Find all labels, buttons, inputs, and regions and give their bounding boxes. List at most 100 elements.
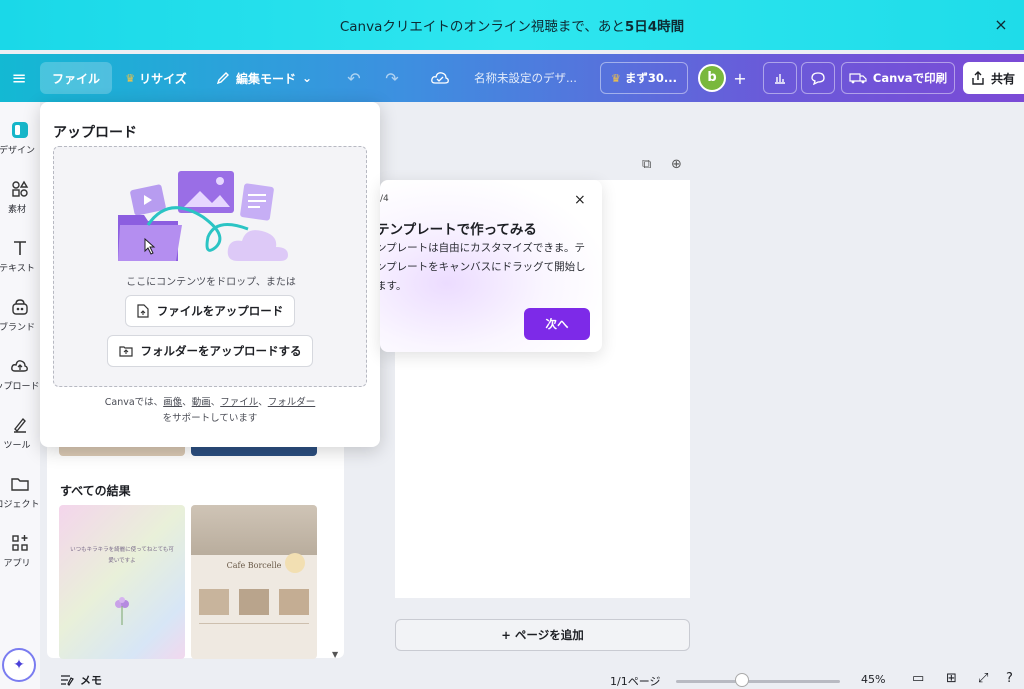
rail-label: ップロード	[0, 382, 40, 392]
redo-icon[interactable]: ↷	[380, 62, 404, 94]
rail-item-upload[interactable]: ップロード	[0, 356, 40, 392]
rail-item-brand[interactable]: ブランド	[0, 297, 40, 333]
upload-illustration	[118, 171, 288, 261]
help-icon[interactable]: ?	[1006, 671, 1013, 686]
rail-label: デザイン	[0, 146, 35, 156]
template-card[interactable]: Cafe Borcelle	[191, 505, 317, 659]
rail-item-elements[interactable]: 素材	[0, 179, 40, 215]
fullscreen-icon[interactable]: ⤢	[978, 671, 988, 686]
print-button[interactable]: Canvaで印刷	[841, 62, 955, 94]
crown-icon: ♛	[611, 71, 621, 85]
design-title[interactable]: 名称未設定のデザ...	[474, 62, 592, 94]
rail-item-projects[interactable]: ロジェクト	[0, 474, 40, 510]
truck-icon	[849, 73, 867, 84]
page-view-icon[interactable]: ▭	[912, 671, 924, 686]
left-rail: デザイン 素材 テキスト ブランド ップロード ツール ロジェクト アプリ	[0, 102, 40, 689]
menu-list	[199, 623, 309, 653]
share-button[interactable]: 共有	[963, 62, 1024, 94]
upload-folder-button[interactable]: フォルダーをアップロードする	[107, 335, 313, 367]
upload-icon	[11, 360, 28, 372]
support-prefix: Canvaでは、	[104, 397, 164, 408]
zoom-slider-handle[interactable]	[735, 673, 749, 687]
rail-label: ツール	[3, 441, 31, 451]
tip-body: ンプレートは自由にカスタマイズできま。テンプレートをキャンバスにドラッグて開始し…	[380, 242, 586, 292]
add-page-button[interactable]: + ページを追加	[395, 619, 690, 651]
share-label: 共有	[991, 71, 1016, 86]
resize-label: リサイズ	[139, 71, 187, 86]
next-button[interactable]: 次へ	[524, 308, 590, 340]
notes-label: メモ	[80, 674, 102, 687]
comment-icon[interactable]	[801, 62, 835, 94]
trial-button[interactable]: ♛ まず30...	[600, 62, 688, 94]
upload-popup: アップロード ここにコンテンツをドロップ、または ファイルをアップロード フォル…	[40, 102, 380, 447]
rail-item-tools[interactable]: ツール	[0, 415, 40, 451]
drop-hint: ここにコンテンツをドロップ、または	[126, 277, 296, 288]
rail-label: ブランド	[0, 323, 35, 333]
grid-view-icon[interactable]: ⊞	[946, 671, 957, 686]
results-title: すべての結果	[60, 484, 131, 498]
template-tip-popup: /4 × テンプレートで作ってみる ンプレートは自由にカスタマイズできま。テンプ…	[380, 180, 602, 352]
upload-file-button[interactable]: ファイルをアップロード	[125, 295, 295, 327]
duplicate-page-icon[interactable]: ⧉	[642, 157, 651, 172]
link-image[interactable]: 画像	[163, 397, 182, 408]
print-label: Canvaで印刷	[872, 71, 948, 85]
supported-types: Canvaでは、画像、動画、ファイル、フォルダー をサポートしています	[40, 395, 380, 427]
rail-item-design[interactable]: デザイン	[0, 120, 40, 156]
cloud-save-icon[interactable]	[428, 62, 452, 94]
rail-item-apps[interactable]: アプリ	[0, 533, 40, 569]
flower-icon	[115, 597, 129, 625]
zoom-slider[interactable]	[676, 680, 840, 683]
rail-label: テキスト	[0, 264, 35, 274]
date-badge	[285, 553, 305, 573]
avatar[interactable]: b	[698, 64, 726, 92]
projects-icon	[11, 478, 29, 491]
tools-icon	[14, 417, 26, 433]
chevron-down-icon: ⌄	[301, 71, 313, 85]
separator: 、	[258, 397, 268, 408]
separator: 、	[182, 397, 192, 408]
notes-button[interactable]: メモ	[60, 672, 102, 688]
elements-icon	[12, 180, 29, 197]
drop-zone[interactable]: ここにコンテンツをドロップ、または ファイルをアップロード フォルダーをアップロ…	[53, 146, 367, 387]
crown-icon: ♛	[125, 71, 136, 85]
share-icon	[972, 71, 984, 85]
file-menu-button[interactable]: ファイル	[40, 62, 112, 94]
edit-mode-label: 編集モード	[235, 71, 296, 86]
template-card[interactable]: いつもキラキラを綺麗に使ってねとても可愛いですよ	[59, 505, 185, 659]
edit-mode-button[interactable]: 編集モード ⌄	[210, 62, 318, 94]
food-photo	[239, 589, 269, 615]
rail-label: 素材	[7, 205, 26, 215]
undo-icon[interactable]: ↶	[342, 62, 366, 94]
text-icon	[14, 241, 26, 255]
rail-label: アプリ	[3, 559, 31, 569]
upload-title: アップロード	[53, 125, 137, 141]
support-suffix: をサポートしています	[162, 413, 258, 424]
apps-icon	[12, 535, 28, 551]
food-photo	[199, 589, 229, 615]
notes-icon	[61, 675, 74, 686]
bottom-bar: メモ 1/1ページ 45% ▭ ⊞ ⤢ ?	[0, 668, 1024, 689]
rail-item-text[interactable]: テキスト	[0, 238, 40, 274]
menu-icon[interactable]: ≡	[8, 62, 30, 94]
link-file[interactable]: ファイル	[220, 397, 258, 408]
upload-folder-label: フォルダーをアップロードする	[140, 344, 302, 358]
banner-text: Canvaクリエイトのオンライン視聴まで、あと	[339, 19, 625, 35]
zoom-value[interactable]: 45%	[861, 673, 885, 686]
add-user-icon[interactable]: +	[728, 62, 752, 94]
link-video[interactable]: 動画	[192, 397, 211, 408]
link-folder[interactable]: フォルダー	[268, 397, 316, 408]
banner-close-icon[interactable]: ×	[990, 14, 1012, 36]
food-photo	[279, 589, 309, 615]
tip-step: /4	[380, 194, 389, 204]
file-icon	[137, 304, 149, 318]
resize-button[interactable]: ♛ リサイズ	[120, 62, 192, 94]
folder-icon	[118, 346, 133, 357]
rail-label: ロジェクト	[0, 500, 40, 510]
add-page-icon[interactable]: ⊕	[671, 157, 682, 172]
promo-banner: Canvaクリエイトのオンライン視聴まで、あと 5日4時間 ×	[0, 0, 1024, 50]
page-count[interactable]: 1/1ページ	[610, 673, 660, 689]
upload-file-label: ファイルをアップロード	[156, 304, 284, 318]
close-icon[interactable]: ×	[574, 192, 586, 208]
insights-icon[interactable]	[763, 62, 797, 94]
scroll-down-icon[interactable]: ▼	[332, 650, 338, 659]
